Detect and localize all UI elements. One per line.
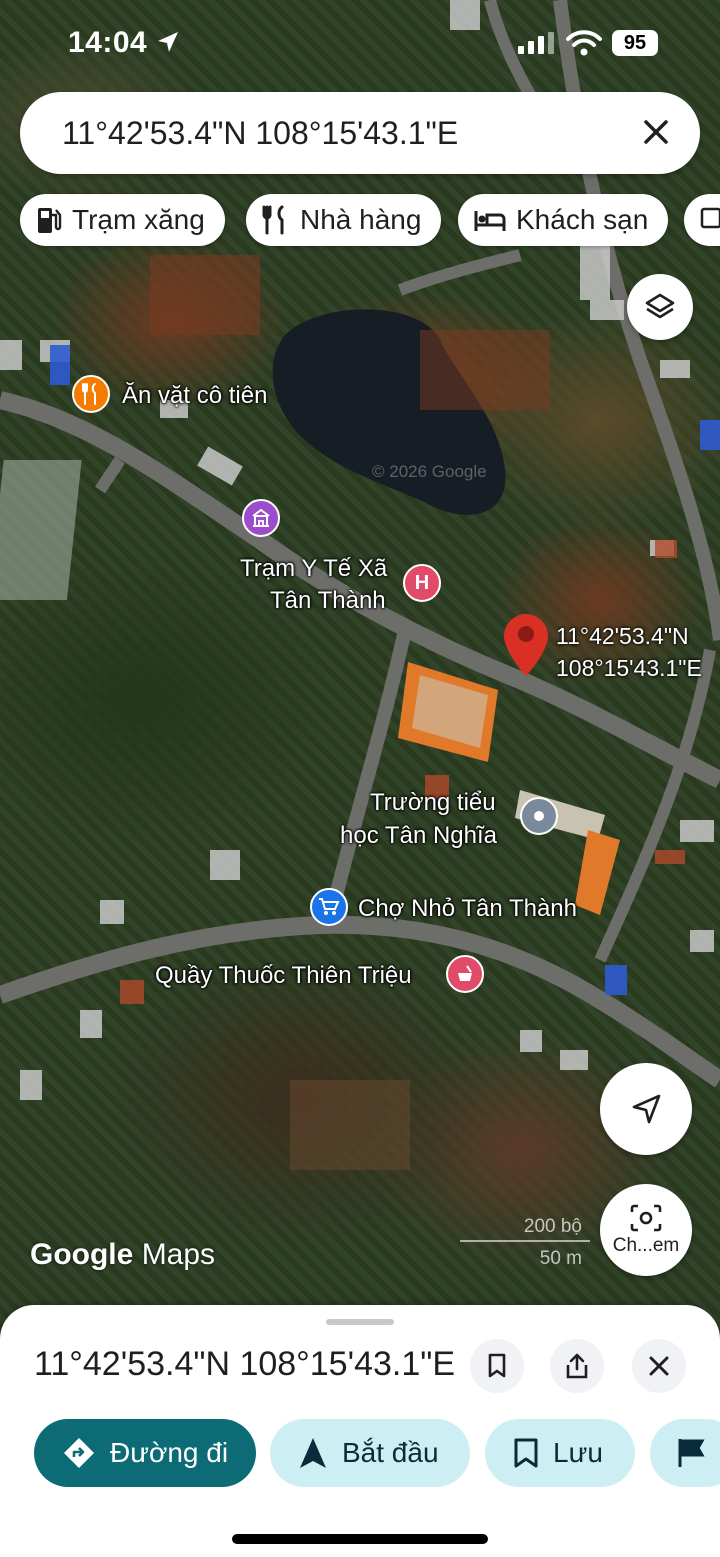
- school-poi-icon[interactable]: [520, 797, 558, 835]
- directions-label: Đường đi: [110, 1437, 229, 1468]
- road: [397, 249, 522, 296]
- home-indicator[interactable]: [232, 1534, 488, 1544]
- brand-google: Google: [30, 1238, 134, 1271]
- field: [290, 1080, 410, 1170]
- close-icon: [649, 1356, 669, 1376]
- cellular-signal-icon: [518, 32, 554, 54]
- clear-search-icon[interactable]: [636, 112, 676, 152]
- government-poi-icon[interactable]: [242, 499, 280, 537]
- search-query[interactable]: 11°42'53.4"N 108°15'43.1"E: [62, 115, 458, 152]
- fork-knife-icon: [82, 383, 96, 405]
- shop-poi-icon[interactable]: [310, 888, 348, 926]
- hotel-icon: [474, 211, 506, 231]
- restaurant-poi-icon[interactable]: [72, 375, 110, 413]
- bookmark-icon: [514, 1438, 538, 1468]
- lens-button[interactable]: Ch...em: [600, 1184, 692, 1276]
- bookmark-icon: [488, 1353, 506, 1378]
- google-maps-logo: Google Maps: [30, 1238, 215, 1272]
- chip-label: Trạm xăng: [72, 204, 205, 235]
- scale-meters: 50 m: [539, 1248, 582, 1269]
- poi-tram-y-te-line1[interactable]: Trạm Y Tế Xã: [240, 555, 387, 583]
- cart-icon: [319, 898, 340, 915]
- field: [420, 330, 550, 410]
- status-time: 14:04: [68, 26, 148, 59]
- building-icon: [252, 508, 270, 527]
- start-button[interactable]: Bắt đầu: [270, 1419, 470, 1487]
- chip-label: Khách sạn: [516, 204, 649, 235]
- pharmacy-poi-icon[interactable]: [446, 955, 484, 993]
- chip-hotel[interactable]: Khách sạn: [458, 194, 669, 246]
- pin-lng: 108°15'43.1"E: [556, 655, 702, 681]
- field: [150, 255, 260, 335]
- camera-lens-icon: [630, 1204, 662, 1232]
- save-label: Lưu: [553, 1437, 603, 1468]
- brand-maps: Maps: [141, 1238, 216, 1271]
- road: [0, 915, 720, 1088]
- poi-truong-line1[interactable]: Trường tiểu: [370, 789, 496, 817]
- search-bar[interactable]: 11°42'53.4"N 108°15'43.1"E: [20, 92, 700, 174]
- shopping-icon: [700, 207, 720, 229]
- chip-gas-station[interactable]: Trạm xăng: [20, 194, 225, 246]
- place-title: 11°42'53.4"N 108°15'43.1"E: [34, 1345, 455, 1383]
- share-icon: [566, 1353, 588, 1379]
- scale-feet: 200 bộ: [523, 1216, 582, 1237]
- wifi-icon: [566, 30, 602, 56]
- directions-icon: [64, 1438, 94, 1468]
- flag-icon: [678, 1439, 705, 1467]
- battery-indicator: 95: [612, 30, 658, 56]
- location-arrow-icon: [158, 32, 178, 52]
- poi-an-vat-co-tien[interactable]: Ăn vặt cô tiên: [122, 382, 267, 410]
- share-button[interactable]: [550, 1339, 604, 1393]
- poi-cho-nho[interactable]: Chợ Nhỏ Tân Thành: [358, 895, 577, 923]
- road: [594, 648, 716, 963]
- lens-label: Ch...em: [612, 1235, 680, 1256]
- navigation-icon: [300, 1438, 326, 1468]
- road: [95, 456, 125, 494]
- layers-button[interactable]: [627, 274, 693, 340]
- pin-coordinates-label: 11°42'53.4"N 108°15'43.1"E: [556, 620, 702, 684]
- hospital-poi-icon[interactable]: H: [403, 564, 441, 602]
- poi-tram-y-te-line2[interactable]: Tân Thành: [270, 587, 386, 615]
- save-bookmark-button[interactable]: [470, 1339, 524, 1393]
- status-bar: 14:04 95: [0, 0, 720, 84]
- layers-icon: [645, 293, 675, 319]
- map-watermark: © 2026 Google: [372, 462, 487, 481]
- restaurant-icon: [262, 205, 284, 235]
- poi-quay-thuoc[interactable]: Quầy Thuốc Thiên Triệu: [155, 962, 412, 990]
- my-location-button[interactable]: [600, 1063, 692, 1155]
- chip-restaurant[interactable]: Nhà hàng: [246, 194, 442, 246]
- close-sheet-button[interactable]: [632, 1339, 686, 1393]
- directions-button[interactable]: Đường đi: [34, 1419, 256, 1487]
- scale-line: [460, 1240, 590, 1242]
- place-bottom-sheet[interactable]: 11°42'53.4"N 108°15'43.1"E Đường đi Bắt …: [0, 1305, 720, 1557]
- mortar-pestle-icon: [458, 965, 472, 981]
- save-button[interactable]: Lưu: [485, 1419, 635, 1487]
- map-scale: 200 bộ 50 m: [460, 1210, 590, 1270]
- drag-handle[interactable]: [326, 1319, 394, 1325]
- greenhouse-field: [0, 460, 82, 600]
- gas-station-icon: [38, 208, 62, 233]
- label-flag-button[interactable]: [650, 1419, 720, 1487]
- start-label: Bắt đầu: [342, 1437, 439, 1468]
- navigation-arrow-icon: [632, 1094, 661, 1124]
- poi-truong-line2[interactable]: học Tân Nghĩa: [340, 822, 497, 850]
- pin-lat: 11°42'53.4"N: [556, 623, 689, 649]
- road: [328, 628, 412, 902]
- chip-label: Nhà hàng: [300, 204, 422, 235]
- school-building: [575, 830, 620, 915]
- dot-icon: [534, 811, 544, 821]
